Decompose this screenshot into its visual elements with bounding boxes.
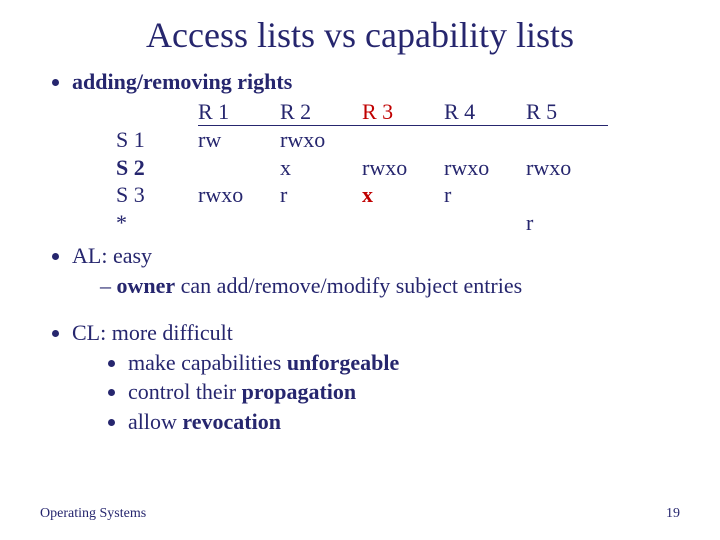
cl-sub3-b: revocation (182, 409, 281, 434)
bullet-rights-strong: rights (237, 69, 292, 94)
bullet-cl-text: CL: more difficult (72, 320, 233, 345)
s1-r1: rw (198, 126, 280, 154)
cl-sub-propagation: control their propagation (128, 378, 672, 406)
slide-body: adding/removing rights R 1 R 2 R 3 R 4 R… (0, 68, 720, 435)
al-sub-owner-strong: owner (117, 273, 176, 298)
spacer (48, 299, 672, 313)
cl-sub-unforgeable: make capabilities unforgeable (128, 349, 672, 377)
col-r1: R 1 (198, 98, 280, 126)
cl-sub3-a: allow (128, 409, 182, 434)
row-s3-label: S 3 (116, 181, 198, 209)
st-r4 (444, 209, 526, 237)
s2-r3: rwxo (362, 154, 444, 182)
s3-r3-text: x (362, 182, 373, 207)
rights-matrix: R 1 R 2 R 3 R 4 R 5 S 1 rw rwxo (116, 98, 608, 237)
page-number: 19 (666, 506, 680, 522)
al-sublist: owner can add/remove/modify subject entr… (72, 272, 672, 300)
row-s3: S 3 rwxo r x r (116, 181, 608, 209)
bullet-al-text: AL: easy (72, 243, 152, 268)
row-s1-label: S 1 (116, 126, 198, 154)
cl-sub2-a: control their (128, 379, 242, 404)
s3-r1: rwxo (198, 181, 280, 209)
col-r5: R 5 (526, 98, 608, 126)
col-r4: R 4 (444, 98, 526, 126)
s1-r3 (362, 126, 444, 154)
s1-r4 (444, 126, 526, 154)
st-r1 (198, 209, 280, 237)
st-r2 (280, 209, 362, 237)
bullet-rights: adding/removing rights R 1 R 2 R 3 R 4 R… (72, 68, 672, 236)
bullet-cl: CL: more difficult make capabilities unf… (72, 319, 672, 435)
s3-r4: r (444, 181, 526, 209)
s1-r2: rwxo (280, 126, 362, 154)
s2-r4: rwxo (444, 154, 526, 182)
s2-r2: x (280, 154, 362, 182)
al-sub-owner-rest: can add/remove/modify subject entries (175, 273, 522, 298)
col-r2: R 2 (280, 98, 362, 126)
slide: Access lists vs capability lists adding/… (0, 0, 720, 540)
al-sub-owner: owner can add/remove/modify subject entr… (100, 272, 672, 300)
s1-r5 (526, 126, 608, 154)
col-r3: R 3 (362, 98, 444, 126)
bullet-list: adding/removing rights R 1 R 2 R 3 R 4 R… (48, 68, 672, 299)
bullet-al: AL: easy owner can add/remove/modify sub… (72, 242, 672, 299)
st-r3 (362, 209, 444, 237)
row-s1: S 1 rw rwxo (116, 126, 608, 154)
row-star-label: * (116, 209, 198, 237)
cl-sub-revocation: allow revocation (128, 408, 672, 436)
s2-r1 (198, 154, 280, 182)
st-r5: r (526, 209, 608, 237)
row-s2-label-text: S 2 (116, 155, 145, 180)
s3-r5 (526, 181, 608, 209)
row-s2-label: S 2 (116, 154, 198, 182)
bullet-list-2: CL: more difficult make capabilities unf… (48, 319, 672, 435)
s3-r2: r (280, 181, 362, 209)
bullet-rights-lead: adding/removing (72, 69, 237, 94)
cl-sub1-a: make capabilities (128, 350, 287, 375)
s2-r5: rwxo (526, 154, 608, 182)
row-star: * r (116, 209, 608, 237)
s3-r3: x (362, 181, 444, 209)
row-s2: S 2 x rwxo rwxo rwxo (116, 154, 608, 182)
cl-sub1-b: unforgeable (287, 350, 399, 375)
matrix-corner (116, 98, 198, 126)
footer-left: Operating Systems (40, 506, 146, 522)
slide-title: Access lists vs capability lists (0, 0, 720, 62)
cl-sublist: make capabilities unforgeable control th… (72, 349, 672, 436)
matrix-header-row: R 1 R 2 R 3 R 4 R 5 (116, 98, 608, 126)
cl-sub2-b: propagation (242, 379, 357, 404)
